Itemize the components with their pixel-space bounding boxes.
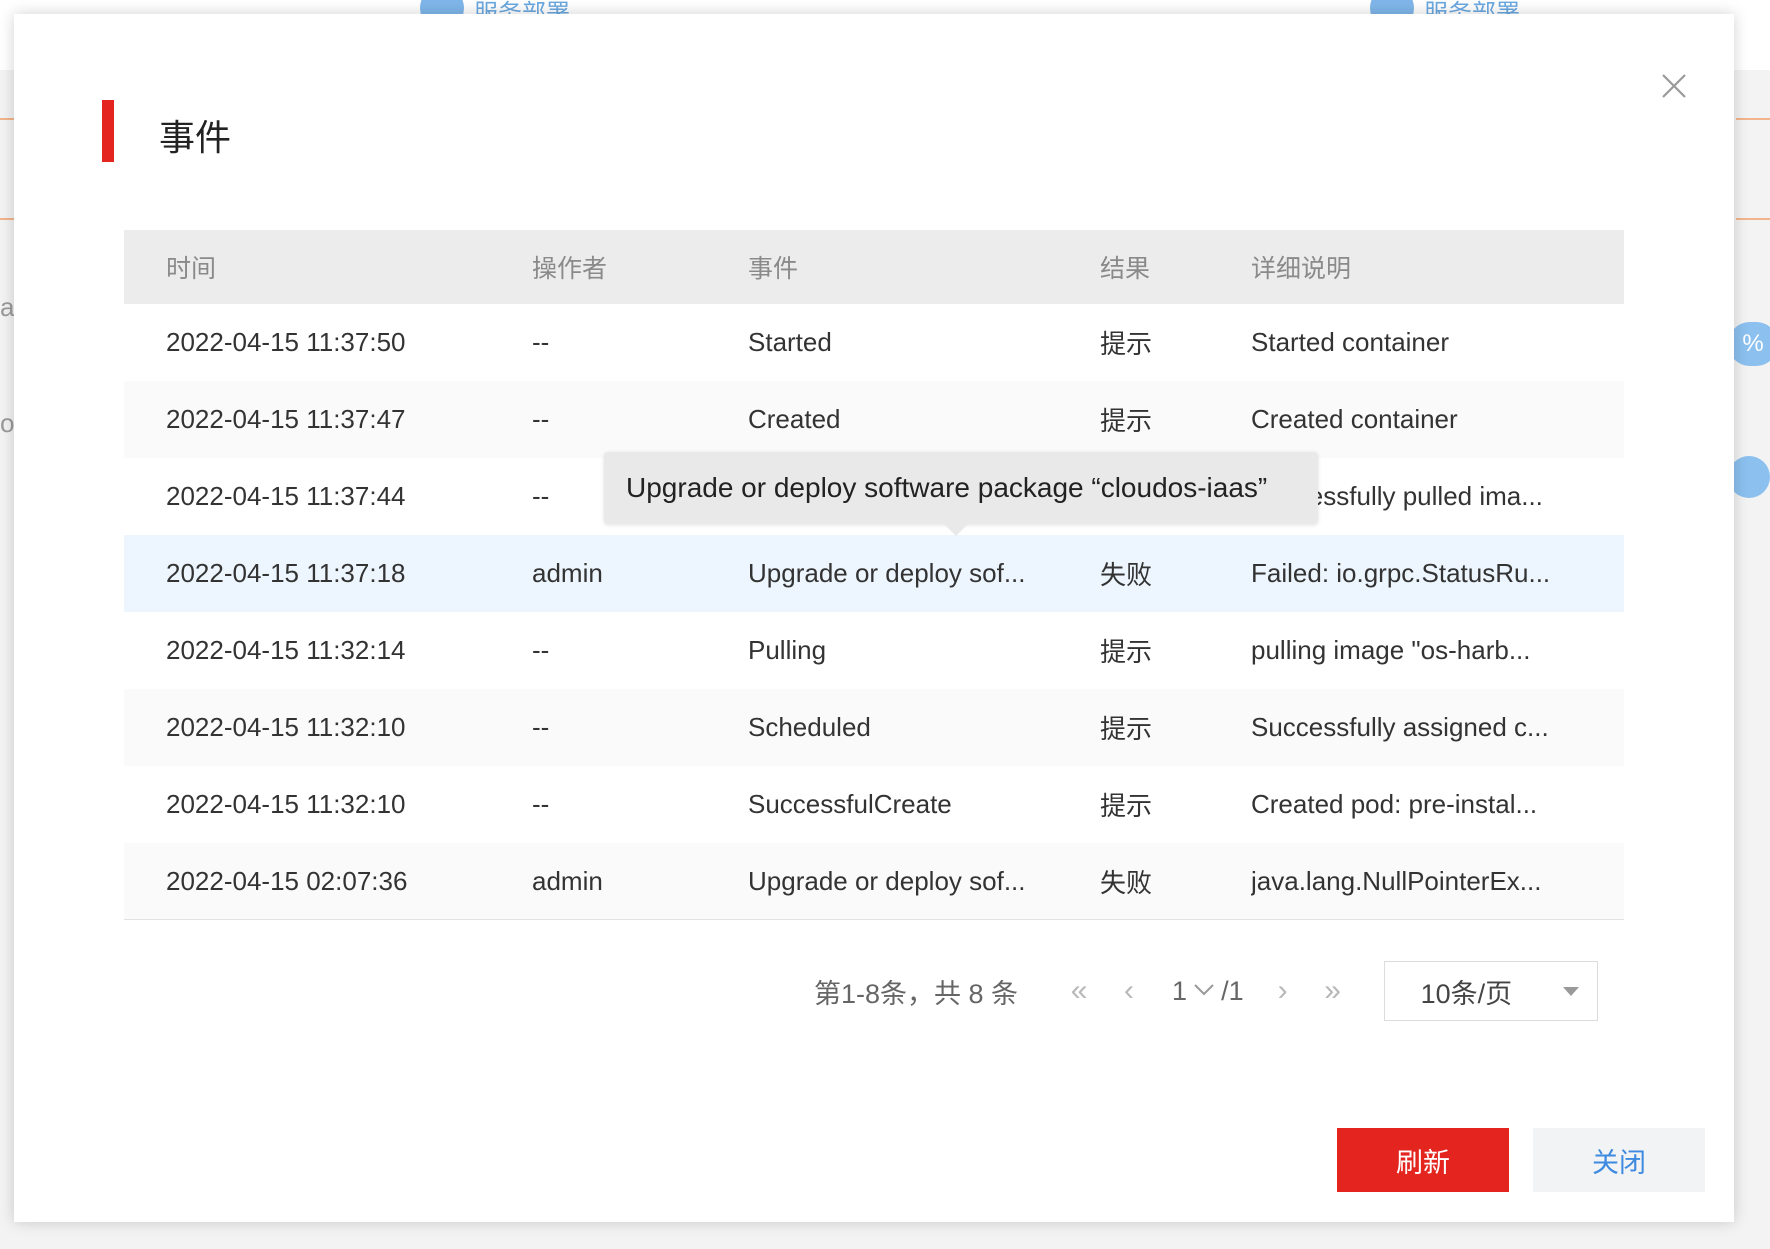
first-page-icon[interactable]: « xyxy=(1054,974,1104,1008)
pagination: 第1-8条，共 8 条 « ‹ 1 /1 › » 10条/页 xyxy=(814,960,1598,1022)
table-header: 时间 操作者 事件 结果 详细说明 xyxy=(124,230,1624,304)
table-row[interactable]: 2022-04-15 11:37:50 -- Started 提示 Starte… xyxy=(124,304,1624,381)
cell-operator: admin xyxy=(532,558,603,588)
cell-event: Started xyxy=(748,327,832,357)
page-size-value: 10条/页 xyxy=(1420,978,1513,1009)
prev-page-icon[interactable]: ‹ xyxy=(1104,974,1154,1008)
current-page: 1 xyxy=(1172,975,1188,1006)
cell-detail: pulling image "os-harb... xyxy=(1251,635,1531,665)
cell-detail: Started container xyxy=(1251,327,1450,357)
cell-event: Scheduled xyxy=(748,712,871,742)
cell-result: 失败 xyxy=(1100,867,1153,898)
cell-time: 2022-04-15 11:37:44 xyxy=(166,481,406,511)
page-selector[interactable]: 1 /1 xyxy=(1172,976,1244,1007)
cell-result: 提示 xyxy=(1100,791,1153,821)
cell-detail: Successfully assigned c... xyxy=(1251,712,1549,742)
cell-time: 2022-04-15 11:37:47 xyxy=(166,404,406,434)
chevron-down-icon xyxy=(1193,980,1215,1003)
cell-operator: admin xyxy=(532,865,603,896)
cell-operator: -- xyxy=(532,635,550,665)
close-x-icon xyxy=(1662,74,1686,98)
close-icon[interactable] xyxy=(1654,66,1694,106)
table-row[interactable]: 2022-04-15 11:32:10 -- SuccessfulCreate … xyxy=(124,766,1624,843)
header-detail: 详细说明 xyxy=(1251,255,1352,283)
background-edge-text: a xyxy=(0,292,15,322)
last-page-icon[interactable]: » xyxy=(1308,974,1358,1008)
cell-operator: -- xyxy=(532,327,550,357)
cell-detail: Created pod: pre-instal... xyxy=(1251,789,1538,819)
header-event: 事件 xyxy=(748,255,799,283)
cell-time: 2022-04-15 11:37:18 xyxy=(166,558,406,588)
events-table: 时间 操作者 事件 结果 详细说明 2022-04-15 11:37:50 --… xyxy=(124,230,1624,920)
cell-time: 2022-04-15 11:32:10 xyxy=(166,789,406,819)
cell-time: 2022-04-15 02:07:36 xyxy=(166,865,408,896)
background-edge-text: o xyxy=(0,408,15,438)
background-divider xyxy=(1736,118,1770,120)
events-dialog: 事件 时间 操作者 事件 结果 详细说明 2022-04-15 11:37:50… xyxy=(14,14,1734,1222)
cell-time: 2022-04-15 11:32:14 xyxy=(166,635,406,665)
cell-event: Pulling xyxy=(748,635,827,665)
cell-event: SuccessfulCreate xyxy=(748,789,952,819)
background-divider xyxy=(1736,218,1770,220)
table-row[interactable]: 2022-04-15 11:37:47 -- Created 提示 Create… xyxy=(124,381,1624,458)
title-accent-bar xyxy=(102,100,114,162)
header-result: 结果 xyxy=(1100,255,1151,283)
background-divider xyxy=(0,118,14,120)
table-row-hovered[interactable]: 2022-04-15 11:37:18 admin Upgrade or dep… xyxy=(124,535,1624,612)
table-row[interactable]: 2022-04-15 11:32:14 -- Pulling 提示 pullin… xyxy=(124,612,1624,689)
background-divider xyxy=(0,218,14,220)
background-badge xyxy=(1728,456,1770,498)
close-button[interactable]: 关闭 xyxy=(1533,1128,1705,1192)
cell-detail: Failed: io.grpc.StatusRu... xyxy=(1251,558,1551,588)
cell-time: 2022-04-15 11:32:10 xyxy=(166,712,406,742)
cell-detail: Created container xyxy=(1251,404,1458,434)
cell-operator: -- xyxy=(532,404,550,434)
cell-result: 失败 xyxy=(1100,560,1153,590)
next-page-icon[interactable]: › xyxy=(1258,974,1308,1008)
cell-event: Upgrade or deploy sof... xyxy=(748,865,1026,896)
background-badge: % xyxy=(1728,322,1770,366)
cell-operator: -- xyxy=(532,712,550,742)
dropdown-arrow-icon xyxy=(1562,986,1579,996)
dialog-title: 事件 xyxy=(159,117,232,158)
table-row[interactable]: 2022-04-15 02:07:36 admin Upgrade or dep… xyxy=(124,843,1624,920)
pagination-summary: 第1-8条，共 8 条 xyxy=(814,978,1019,1009)
table-row[interactable]: 2022-04-15 11:32:10 -- Scheduled 提示 Succ… xyxy=(124,689,1624,766)
cell-time: 2022-04-15 11:37:50 xyxy=(166,327,406,357)
cell-result: 提示 xyxy=(1100,637,1153,667)
cell-event: Created xyxy=(748,404,841,434)
cell-operator: -- xyxy=(532,789,550,819)
cell-event: Upgrade or deploy sof... xyxy=(748,558,1026,588)
cell-result: 提示 xyxy=(1100,329,1153,359)
header-time: 时间 xyxy=(166,255,217,283)
cell-detail: java.lang.NullPointerEx... xyxy=(1251,865,1542,896)
total-pages: /1 xyxy=(1221,975,1244,1006)
event-tooltip: Upgrade or deploy software package “clou… xyxy=(604,452,1318,536)
cell-result: 提示 xyxy=(1100,406,1153,436)
page-size-select[interactable]: 10条/页 xyxy=(1383,961,1598,1021)
refresh-button[interactable]: 刷新 xyxy=(1337,1128,1509,1192)
cell-result: 提示 xyxy=(1100,714,1153,744)
header-operator: 操作者 xyxy=(532,255,608,283)
